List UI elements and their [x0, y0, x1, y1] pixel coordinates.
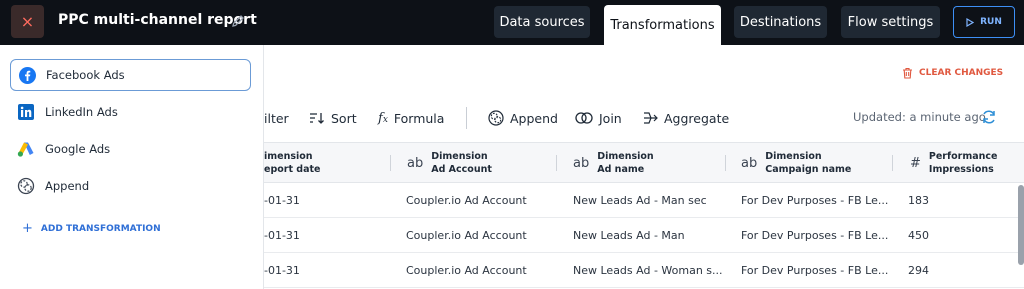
column-type-label: Dimension [597, 151, 654, 162]
toolbar-divider [466, 107, 467, 129]
join-button[interactable]: Join [575, 108, 622, 128]
sidebar-item-linkedin-ads[interactable]: LinkedIn Ads [10, 96, 251, 128]
column-header-campaign-name[interactable]: ab Dimension Campaign name [741, 143, 851, 183]
linkedin-icon [17, 103, 35, 121]
table-header: imension eport date ab Dimension Ad Acco… [264, 142, 1024, 183]
trash-icon [903, 67, 912, 79]
pencil-icon[interactable] [230, 13, 246, 29]
table-cell-ad-name[interactable]: New Leads Ad - Woman s... [573, 253, 723, 288]
column-divider[interactable] [556, 155, 557, 171]
column-header-ad-account[interactable]: ab Dimension Ad Account [407, 143, 492, 183]
text-type-icon: ab [407, 155, 424, 171]
column-divider[interactable] [892, 155, 893, 171]
sidebar-item-google-ads[interactable]: Google Ads [10, 133, 251, 165]
transformations-sidebar: Facebook Ads LinkedIn Ads Google Ads App… [0, 45, 264, 289]
column-name-label: Ad Account [431, 164, 492, 175]
column-divider[interactable] [390, 155, 391, 171]
clear-changes-label: CLEAR CHANGES [919, 68, 1004, 78]
text-type-icon: ab [741, 155, 758, 171]
column-divider[interactable] [725, 155, 726, 171]
plus-icon: + [22, 221, 33, 236]
add-transformation-button[interactable]: + ADD TRANSFORMATION [22, 221, 161, 236]
add-transformation-label: ADD TRANSFORMATION [40, 223, 161, 234]
table-cell-report-date[interactable]: -01-31 [264, 253, 300, 288]
column-header-impressions[interactable]: # Performance Impressions [910, 143, 998, 183]
run-label: RUN [980, 17, 1002, 27]
updated-status: Updated: a minute ago [853, 110, 986, 124]
number-type-icon: # [910, 155, 921, 171]
column-name-label: eport date [264, 164, 321, 175]
google-ads-icon [17, 140, 35, 158]
append-icon [488, 110, 504, 126]
table-cell-ad-account[interactable]: Coupler.io Ad Account [406, 183, 527, 218]
filter-button[interactable]: ilter [264, 108, 289, 128]
table-cell-impressions[interactable]: 294 [908, 253, 929, 288]
table-cell-ad-account[interactable]: Coupler.io Ad Account [406, 253, 527, 288]
aggregate-button[interactable]: Aggregate [643, 108, 729, 128]
close-icon: × [20, 12, 35, 31]
sidebar-item-label: Facebook Ads [46, 68, 125, 82]
formula-button[interactable]: fx Formula [378, 108, 444, 128]
column-type-label: Dimension [431, 151, 488, 162]
table-cell-report-date[interactable]: -01-31 [264, 183, 300, 218]
sort-icon [310, 113, 324, 124]
table-cell-campaign-name[interactable]: For Dev Purposes - FB Le... [741, 183, 888, 218]
tab-destinations[interactable]: Destinations [734, 6, 827, 38]
column-name-label: Campaign name [765, 164, 852, 175]
column-type-label: Performance [928, 151, 998, 162]
sidebar-item-label: Google Ads [45, 142, 111, 156]
tab-data-sources[interactable]: Data sources [494, 6, 590, 38]
formula-label: Formula [393, 110, 445, 126]
tab-flow-settings[interactable]: Flow settings [841, 6, 940, 38]
table-cell-impressions[interactable]: 183 [908, 183, 929, 218]
sort-button[interactable]: Sort [309, 108, 357, 128]
vertical-scrollbar[interactable] [1018, 185, 1024, 265]
facebook-icon [18, 66, 36, 84]
table-row: -01-31 Coupler.io Ad Account New Leads A… [264, 183, 1024, 218]
run-button[interactable]: RUN [953, 6, 1015, 38]
column-type-label: imension [264, 151, 313, 162]
table-row: -01-31 Coupler.io Ad Account New Leads A… [264, 253, 1024, 288]
table-cell-campaign-name[interactable]: For Dev Purposes - FB Le... [741, 218, 888, 253]
table-cell-ad-name[interactable]: New Leads Ad - Man [573, 218, 685, 253]
text-type-icon: ab [573, 155, 590, 171]
clear-changes-button[interactable]: CLEAR CHANGES [902, 67, 1003, 79]
tab-transformations[interactable]: Transformations [604, 5, 721, 45]
append-button[interactable]: Append [488, 108, 558, 128]
join-label: Join [599, 110, 622, 126]
sidebar-item-append[interactable]: Append [10, 170, 251, 202]
table-cell-ad-name[interactable]: New Leads Ad - Man sec [573, 183, 707, 218]
close-button[interactable]: × [11, 5, 44, 38]
sort-label: Sort [331, 110, 357, 126]
play-icon [966, 17, 975, 27]
sidebar-item-label: LinkedIn Ads [45, 105, 118, 119]
table-cell-report-date[interactable]: -01-31 [264, 218, 300, 253]
top-bar: × PPC multi-channel report Data sources … [0, 0, 1024, 45]
sidebar-item-facebook-ads[interactable]: Facebook Ads [10, 59, 251, 91]
column-header-report-date[interactable]: imension eport date [264, 143, 321, 183]
column-header-ad-name[interactable]: ab Dimension Ad name [573, 143, 654, 183]
aggregate-label: Aggregate [664, 110, 730, 126]
aggregate-icon [644, 112, 658, 124]
column-name-label: Impressions [928, 164, 994, 175]
table-cell-campaign-name[interactable]: For Dev Purposes - FB Le... [741, 253, 888, 288]
refresh-icon[interactable] [981, 109, 997, 125]
table-cell-ad-account[interactable]: Coupler.io Ad Account [406, 218, 527, 253]
column-name-label: Ad name [597, 164, 645, 175]
formula-icon: fx [378, 110, 388, 126]
sidebar-item-label: Append [45, 179, 90, 193]
append-icon [17, 177, 35, 195]
join-icon [575, 112, 593, 124]
filter-label: ilter [264, 110, 289, 126]
append-label: Append [510, 110, 558, 126]
table-cell-impressions[interactable]: 450 [908, 218, 929, 253]
table-row: -01-31 Coupler.io Ad Account New Leads A… [264, 218, 1024, 253]
column-type-label: Dimension [765, 151, 822, 162]
page-title: PPC multi-channel report [58, 12, 257, 28]
